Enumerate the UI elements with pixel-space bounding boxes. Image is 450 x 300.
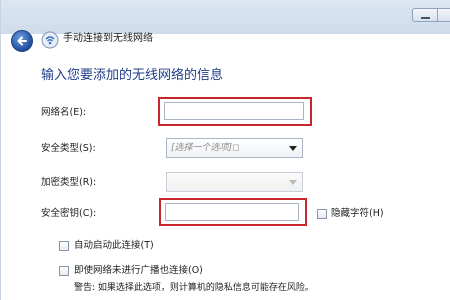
encryption-type-label: 加密类型(R):	[41, 177, 97, 188]
chevron-down-icon	[289, 180, 297, 185]
page-heading: 输入您要添加的无线网络的信息	[41, 68, 224, 83]
auto-start-checkbox[interactable]	[59, 241, 69, 251]
security-type-label: 安全类型(S):	[41, 143, 96, 154]
security-key-input[interactable]	[165, 203, 299, 221]
warning-text: 警告: 如果选择此选项，则计算机的隐私信息可能存在风险。	[74, 283, 314, 293]
security-type-value: [选择一个选项]◻	[171, 143, 240, 153]
window-title: 手动连接到无线网络	[63, 33, 153, 44]
network-name-label: 网络名(E):	[41, 107, 87, 118]
window-controls	[412, 8, 450, 22]
network-name-input[interactable]	[164, 102, 304, 120]
connect-hidden-checkbox[interactable]	[59, 266, 69, 276]
back-button[interactable]	[11, 30, 33, 52]
connect-hidden-label: 即使网络未进行广播也连接(O)	[74, 265, 203, 276]
minimize-button[interactable]	[412, 8, 438, 22]
hide-characters-label: 隐藏字符(H)	[331, 208, 384, 219]
back-arrow-icon	[17, 36, 27, 46]
wizard-window: 手动连接到无线网络 输入您要添加的无线网络的信息 网络名(E): 安全类型(S)…	[0, 0, 450, 300]
hide-characters-checkbox[interactable]	[317, 209, 327, 219]
maximize-button[interactable]	[438, 8, 450, 22]
chevron-down-icon	[289, 146, 297, 151]
security-type-select[interactable]: [选择一个选项]◻	[166, 138, 303, 158]
security-key-label: 安全密钥(C):	[41, 208, 97, 219]
title-bar	[1, 0, 450, 34]
wireless-network-icon	[41, 31, 59, 49]
encryption-type-select[interactable]	[166, 172, 303, 192]
auto-start-label: 自动启动此连接(T)	[74, 240, 154, 251]
